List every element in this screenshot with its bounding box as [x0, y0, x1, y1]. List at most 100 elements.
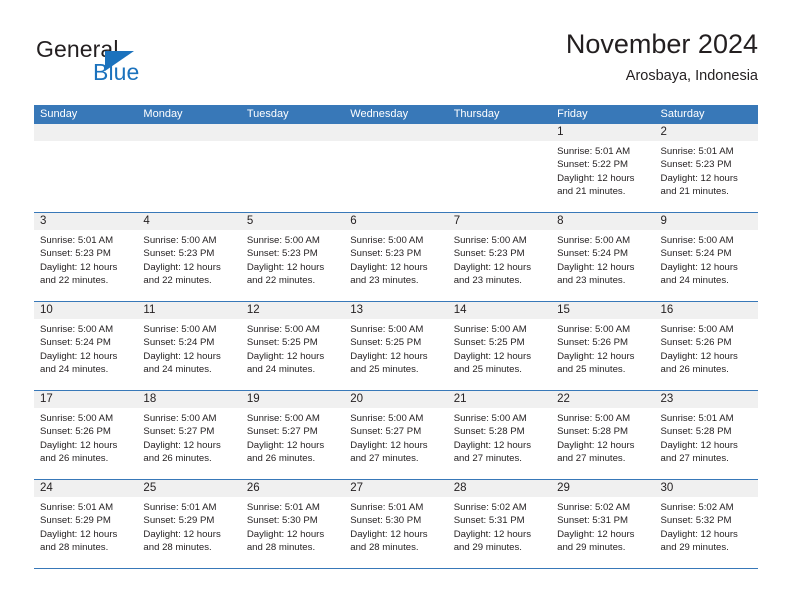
day-number: 24 — [34, 480, 138, 497]
general-blue-logo[interactable]: General Blue — [34, 36, 234, 92]
title-block: November 2024 Arosbaya, Indonesia — [566, 28, 758, 86]
day-number: 3 — [34, 213, 138, 230]
day-number: 17 — [34, 391, 138, 408]
sun-info-line: Sunset: 5:26 PM — [40, 426, 111, 438]
sun-info-line: Sunrise: 5:02 AM — [557, 502, 631, 513]
weekday-header-thursday: Thursday — [453, 108, 500, 120]
calendar-cell-day-8[interactable]: 8 Sunrise: 5:00 AM Sunset: 5:24 PM Daylight… — [551, 213, 655, 301]
calendar-cell-day-29[interactable]: 29 Sunrise: 5:02 AM Sunset: 5:31 PM Dayligh… — [551, 480, 655, 568]
sun-info-line: and 28 minutes. — [143, 542, 212, 554]
calendar-cell-day-13[interactable]: 13 Sunrise: 5:00 AM Sunset: 5:25 PM Dayligh… — [344, 302, 448, 390]
sun-info-line: Daylight: 12 hours — [557, 172, 635, 184]
sun-info-line: and 27 minutes. — [350, 453, 419, 465]
sun-info-line: and 29 minutes. — [660, 542, 729, 554]
sun-info-line: Sunrise: 5:00 AM — [350, 413, 424, 424]
calendar-cell-day-25[interactable]: 25 Sunrise: 5:01 AM Sunset: 5:29 PM Dayligh… — [137, 480, 241, 568]
sun-info: Sunrise: 5:00 AM Sunset: 5:28 PM Daylight:… — [448, 408, 551, 466]
sun-info-line: Sunset: 5:25 PM — [350, 337, 422, 349]
day-number: 5 — [240, 213, 345, 230]
sun-info: Sunrise: 5:00 AM Sunset: 5:24 PM Daylight:… — [655, 230, 758, 288]
sun-info-line: and 26 minutes. — [246, 453, 316, 465]
calendar-cell-day-19[interactable]: 19 Sunrise: 5:00 AM Sunset: 5:27 PM Dayligh… — [240, 391, 345, 479]
sun-info: Sunrise: 5:00 AM Sunset: 5:24 PM Daylight:… — [137, 319, 240, 377]
sun-info: Sunrise: 5:00 AM Sunset: 5:26 PM Daylight:… — [655, 319, 758, 377]
day-number — [447, 124, 552, 141]
sun-info-line: and 26 minutes. — [660, 364, 729, 376]
sun-info-line: Sunrise: 5:02 AM — [453, 502, 527, 513]
sun-info-line: Sunrise: 5:00 AM — [143, 324, 217, 335]
calendar-cell-day-9[interactable]: 9 Sunrise: 5:00 AM Sunset: 5:24 PM Daylight… — [654, 213, 758, 301]
calendar-cell-empty — [240, 124, 345, 212]
calendar-cell-day-3[interactable]: 3 Sunrise: 5:01 AM Sunset: 5:23 PM Daylight… — [34, 213, 138, 301]
calendar-cell-day-21[interactable]: 21 Sunrise: 5:00 AM Sunset: 5:28 PM Dayligh… — [447, 391, 552, 479]
sun-info-line: Sunset: 5:26 PM — [660, 337, 732, 349]
sun-info-line: Sunset: 5:31 PM — [453, 515, 525, 527]
sun-info: Sunrise: 5:00 AM Sunset: 5:23 PM Daylight:… — [137, 230, 240, 288]
day-number: 15 — [551, 302, 655, 319]
day-number: 12 — [240, 302, 345, 319]
sun-info-line: Sunrise: 5:00 AM — [143, 235, 217, 246]
page-title: November 2024 — [565, 29, 758, 59]
sun-info: Sunrise: 5:00 AM Sunset: 5:27 PM Daylight:… — [137, 408, 240, 466]
calendar-week-row: 17 Sunrise: 5:00 AM Sunset: 5:26 PM Dayligh… — [34, 391, 758, 480]
sun-info-line: Daylight: 12 hours — [143, 350, 221, 362]
sun-info-line: Daylight: 12 hours — [660, 528, 738, 540]
calendar-cell-day-23[interactable]: 23 Sunrise: 5:01 AM Sunset: 5:28 PM Dayligh… — [654, 391, 758, 479]
calendar-cell-empty — [447, 124, 552, 212]
calendar-cell-day-24[interactable]: 24 Sunrise: 5:01 AM Sunset: 5:29 PM Dayligh… — [34, 480, 138, 568]
calendar-cell-day-15[interactable]: 15 Sunrise: 5:00 AM Sunset: 5:26 PM Dayligh… — [551, 302, 655, 390]
calendar-cell-day-28[interactable]: 28 Sunrise: 5:02 AM Sunset: 5:31 PM Dayligh… — [447, 480, 552, 568]
sun-info-line: and 24 minutes. — [660, 275, 729, 287]
sun-info-line: Daylight: 12 hours — [246, 439, 325, 451]
sun-info-line: Sunrise: 5:00 AM — [453, 413, 527, 424]
sun-info-line: Sunrise: 5:00 AM — [350, 324, 424, 335]
sun-info-line: Daylight: 12 hours — [246, 528, 325, 540]
calendar-cell-day-2[interactable]: 2 Sunrise: 5:01 AM Sunset: 5:23 PM Daylight… — [654, 124, 758, 212]
sun-info: Sunrise: 5:00 AM Sunset: 5:25 PM Daylight:… — [241, 319, 344, 377]
sun-info-line: and 23 minutes. — [557, 275, 626, 287]
calendar-cell-day-18[interactable]: 18 Sunrise: 5:00 AM Sunset: 5:27 PM Dayligh… — [137, 391, 241, 479]
calendar-cell-day-11[interactable]: 11 Sunrise: 5:00 AM Sunset: 5:24 PM Dayligh… — [137, 302, 241, 390]
sun-info-line: and 21 minutes. — [557, 186, 626, 198]
sun-info: Sunrise: 5:00 AM Sunset: 5:26 PM Daylight:… — [34, 408, 137, 466]
calendar-cell-day-6[interactable]: 6 Sunrise: 5:00 AM Sunset: 5:23 PM Daylight… — [344, 213, 448, 301]
sun-info-line: and 22 minutes. — [40, 275, 109, 287]
calendar-cell-day-27[interactable]: 27 Sunrise: 5:01 AM Sunset: 5:30 PM Dayligh… — [344, 480, 448, 568]
sun-info-line: Sunrise: 5:02 AM — [660, 502, 734, 513]
sun-info-line: Sunrise: 5:00 AM — [350, 235, 424, 246]
calendar-table: Sunday Monday Tuesday Wednesday Thursday Frid… — [34, 105, 758, 569]
calendar-cell-day-26[interactable]: 26 Sunrise: 5:01 AM Sunset: 5:30 PM Dayligh… — [240, 480, 345, 568]
sun-info-line: Daylight: 12 hours — [660, 261, 738, 273]
calendar-cell-day-12[interactable]: 12 Sunrise: 5:00 AM Sunset: 5:25 PM Dayligh… — [240, 302, 345, 390]
calendar-cell-day-7[interactable]: 7 Sunrise: 5:00 AM Sunset: 5:23 PM Daylight… — [447, 213, 552, 301]
day-number — [240, 124, 345, 141]
calendar-cell-empty — [34, 124, 138, 212]
calendar-cell-day-20[interactable]: 20 Sunrise: 5:00 AM Sunset: 5:27 PM Dayligh… — [344, 391, 448, 479]
calendar-cell-day-5[interactable]: 5 Sunrise: 5:00 AM Sunset: 5:23 PM Daylight… — [240, 213, 345, 301]
sun-info-line: Sunset: 5:27 PM — [350, 426, 422, 438]
sun-info-line: Sunrise: 5:01 AM — [660, 413, 734, 424]
sun-info-line: and 22 minutes. — [143, 275, 212, 287]
sun-info: Sunrise: 5:00 AM Sunset: 5:24 PM Daylight:… — [551, 230, 654, 288]
sun-info-line: Daylight: 12 hours — [660, 350, 738, 362]
sun-info-line: Sunset: 5:23 PM — [143, 248, 215, 260]
day-number: 1 — [551, 124, 655, 141]
day-number: 13 — [344, 302, 448, 319]
sun-info-line: Sunrise: 5:01 AM — [557, 146, 631, 157]
calendar-cell-day-22[interactable]: 22 Sunrise: 5:00 AM Sunset: 5:28 PM Dayligh… — [551, 391, 655, 479]
calendar-cell-day-16[interactable]: 16 Sunrise: 5:00 AM Sunset: 5:26 PM Dayligh… — [654, 302, 758, 390]
calendar-cell-day-4[interactable]: 4 Sunrise: 5:00 AM Sunset: 5:23 PM Daylight… — [137, 213, 241, 301]
sun-info-line: and 29 minutes. — [453, 542, 522, 554]
calendar-cell-day-17[interactable]: 17 Sunrise: 5:00 AM Sunset: 5:26 PM Dayligh… — [34, 391, 138, 479]
sun-info-line: Daylight: 12 hours — [557, 528, 635, 540]
calendar-week-row: 10 Sunrise: 5:00 AM Sunset: 5:24 PM Dayligh… — [34, 302, 758, 391]
calendar-cell-day-14[interactable]: 14 Sunrise: 5:00 AM Sunset: 5:25 PM Dayligh… — [447, 302, 552, 390]
calendar-weekday-header-row: Sunday Monday Tuesday Wednesday Thursday Frid… — [34, 105, 758, 124]
calendar-cell-day-1[interactable]: 1 Sunrise: 5:01 AM Sunset: 5:22 PM Daylight… — [551, 124, 655, 212]
day-number: 22 — [551, 391, 655, 408]
weekday-header-saturday: Saturday — [660, 108, 705, 120]
calendar-cell-day-30[interactable]: 30 Sunrise: 5:02 AM Sunset: 5:32 PM Dayligh… — [654, 480, 758, 568]
calendar-cell-day-10[interactable]: 10 Sunrise: 5:00 AM Sunset: 5:24 PM Dayligh… — [34, 302, 138, 390]
sun-info-line: and 25 minutes. — [453, 364, 522, 376]
sun-info-line: Sunset: 5:31 PM — [557, 515, 629, 527]
